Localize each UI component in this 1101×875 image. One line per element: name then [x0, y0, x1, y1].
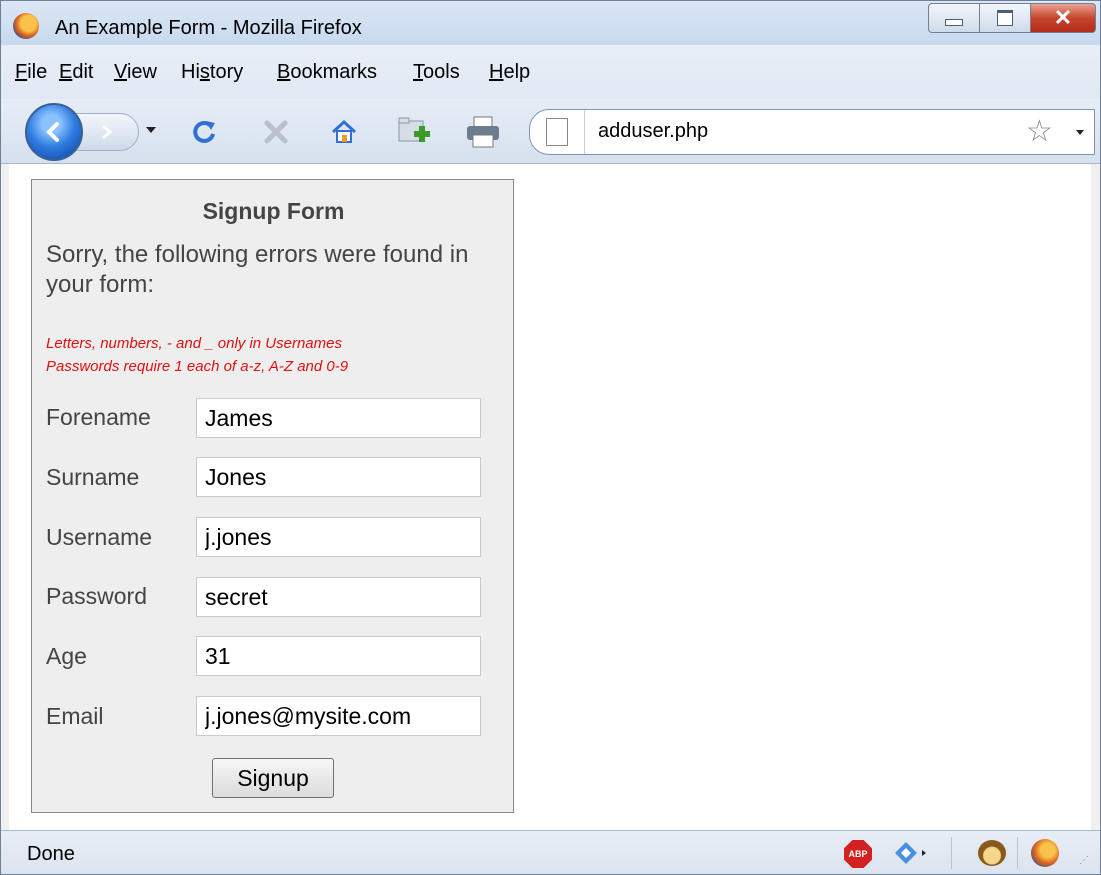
star-icon[interactable]: ☆ — [1026, 114, 1053, 149]
forename-input[interactable] — [196, 398, 481, 438]
status-separator — [951, 837, 952, 869]
firefox-status-icon[interactable] — [1031, 839, 1059, 867]
surname-input[interactable] — [196, 457, 481, 497]
forward-arrow-icon — [102, 124, 113, 140]
diamond-extension-icon — [895, 842, 926, 864]
signup-button[interactable]: Signup — [212, 758, 334, 798]
back-arrow-icon — [46, 122, 59, 142]
age-input[interactable] — [196, 636, 481, 676]
menu-edit[interactable]: Edit — [59, 61, 93, 84]
password-input[interactable] — [196, 577, 481, 617]
print-button[interactable] — [463, 113, 503, 151]
new-folder-button[interactable] — [395, 113, 433, 151]
new-folder-icon — [398, 117, 430, 142]
maximize-button[interactable] — [979, 3, 1031, 33]
email-input[interactable] — [196, 696, 481, 736]
adblock-icon[interactable]: ABP — [844, 840, 872, 868]
email-label: Email — [46, 703, 104, 729]
url-divider — [584, 110, 585, 154]
firefox-logo-icon[interactable] — [13, 13, 39, 39]
back-button[interactable] — [25, 103, 83, 161]
title-bar: An Example Form - Mozilla Firefox ✕ — [1, 1, 1100, 45]
error-message: Passwords require 1 each of a-z, A-Z and… — [46, 358, 349, 375]
greasemonkey-icon[interactable] — [978, 840, 1006, 866]
username-label: Username — [46, 524, 153, 550]
forename-label: Forename — [46, 404, 151, 430]
navigation-toolbar: adduser.php ☆ — [1, 99, 1100, 164]
page-content: Signup Form Sorry, the following errors … — [9, 164, 1091, 830]
menu-help[interactable]: Help — [489, 61, 530, 84]
address-bar[interactable]: adduser.php ☆ — [529, 109, 1095, 155]
menu-tools[interactable]: Tools — [413, 61, 460, 84]
minimize-icon — [945, 18, 963, 26]
minimize-button[interactable] — [928, 3, 980, 33]
status-bar: Done ABP ⋰ — [1, 830, 1100, 874]
stop-icon — [264, 120, 288, 144]
menu-view[interactable]: View — [114, 61, 157, 84]
printer-icon — [467, 116, 499, 148]
stop-button[interactable] — [259, 115, 293, 149]
reload-icon — [193, 120, 215, 143]
menu-bookmarks[interactable]: Bookmarks — [277, 61, 377, 84]
home-icon — [331, 119, 357, 143]
age-label: Age — [46, 643, 87, 669]
reload-button[interactable] — [187, 115, 221, 149]
status-separator — [1017, 837, 1018, 869]
url-text[interactable]: adduser.php — [598, 120, 708, 143]
error-intro-text: Sorry, the following errors were found i… — [46, 241, 469, 298]
error-messages: Letters, numbers, - and _ only in Userna… — [46, 332, 506, 378]
home-button[interactable] — [327, 115, 361, 149]
password-label: Password — [46, 583, 147, 609]
extension-button[interactable] — [891, 839, 931, 867]
forward-button[interactable] — [75, 113, 139, 151]
close-icon: ✕ — [1053, 5, 1073, 30]
close-button[interactable]: ✕ — [1030, 3, 1096, 33]
signup-form: Signup Form Sorry, the following errors … — [31, 179, 514, 813]
history-dropdown-icon[interactable] — [146, 127, 156, 133]
menu-file[interactable]: File — [15, 61, 47, 84]
menu-history[interactable]: History — [181, 61, 243, 84]
error-message: Letters, numbers, - and _ only in Userna… — [46, 335, 342, 352]
status-text: Done — [27, 843, 75, 865]
page-icon — [546, 118, 568, 146]
browser-window: An Example Form - Mozilla Firefox ✕ File… — [0, 0, 1101, 875]
form-title: Signup Form — [202, 198, 345, 224]
window-title: An Example Form - Mozilla Firefox — [55, 17, 362, 39]
surname-label: Surname — [46, 464, 140, 490]
url-dropdown-icon[interactable] — [1076, 130, 1084, 135]
menu-bar: File Edit View History Bookmarks Tools H… — [1, 45, 1100, 99]
resize-grip-icon[interactable]: ⋰ — [1079, 855, 1089, 866]
username-input[interactable] — [196, 517, 481, 557]
maximize-icon — [997, 10, 1013, 26]
